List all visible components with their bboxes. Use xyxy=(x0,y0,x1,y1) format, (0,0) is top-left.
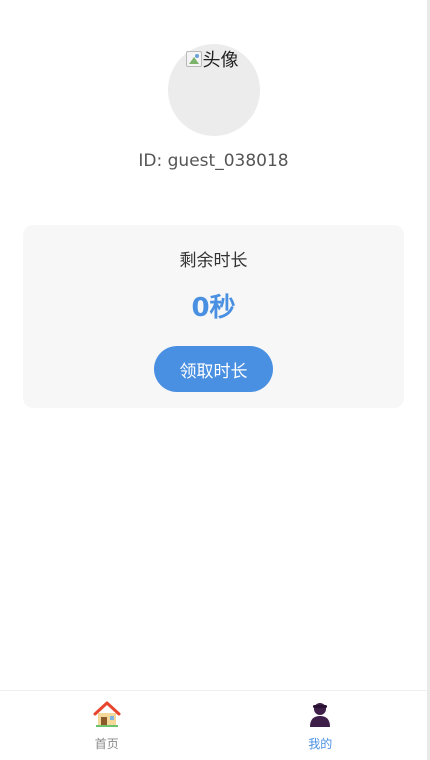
tab-home[interactable]: 首页 xyxy=(0,691,214,760)
user-id: ID: guest_038018 xyxy=(138,151,289,171)
avatar-broken-image: 头像 xyxy=(185,46,239,72)
tab-mine-label: 我的 xyxy=(308,737,333,751)
broken-image-icon xyxy=(185,51,202,67)
claim-time-button[interactable]: 领取时长 xyxy=(154,346,273,392)
house-icon xyxy=(93,701,121,727)
remaining-time-label: 剩余时长 xyxy=(179,251,248,271)
tab-mine[interactable]: 我的 xyxy=(214,691,428,760)
avatar-alt-text: 头像 xyxy=(202,50,239,71)
profile-section: 头像 ID: guest_038018 xyxy=(0,44,427,171)
avatar[interactable]: 头像 xyxy=(167,44,260,136)
tab-home-label: 首页 xyxy=(94,737,119,751)
balance-card: 剩余时长 0秒 领取时长 xyxy=(23,225,404,408)
bottom-tab-bar: 首页 我的 xyxy=(0,690,427,760)
person-icon xyxy=(310,703,331,727)
remaining-time-value: 0秒 xyxy=(191,293,236,323)
